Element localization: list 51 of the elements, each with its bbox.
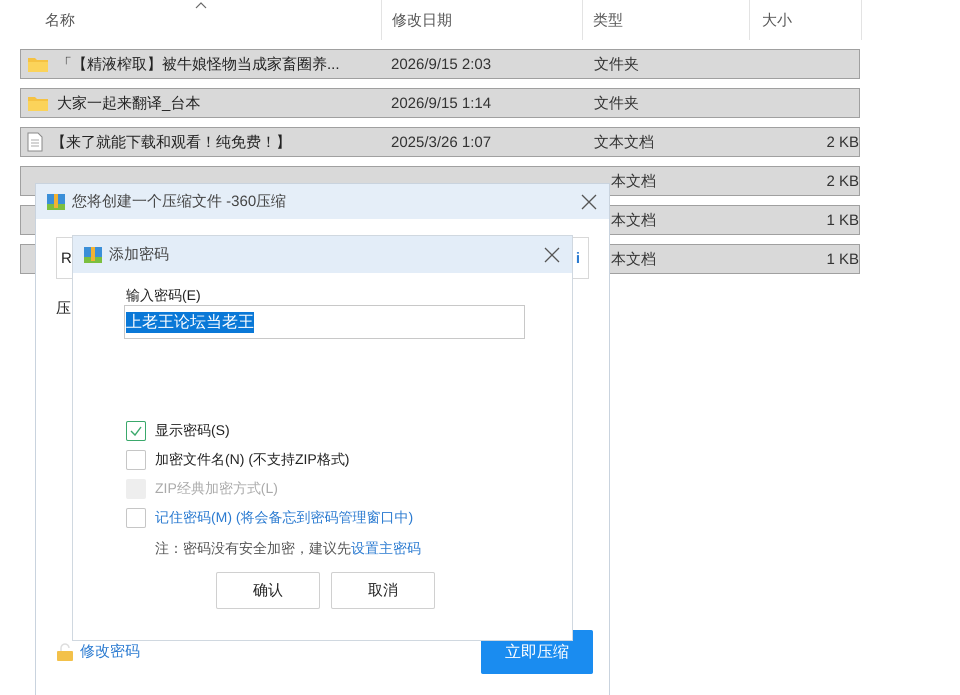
file-type: 本文档 [611, 250, 656, 268]
option-label: 记住密码(M) (将会备忘到密码管理窗口中) [155, 509, 414, 527]
dialog-button[interactable]: 确认 [216, 572, 320, 609]
lock-icon [56, 642, 74, 660]
file-type: 本文档 [611, 212, 656, 228]
modified-date: 2026/9/15 2:03 [391, 56, 492, 72]
column-header[interactable]: 修改日期 [382, 0, 583, 40]
file-row[interactable]: 大家一起来翻译_台本 2026/9/15 1:14 文件夹 [20, 88, 860, 118]
change-password-link[interactable]: 修改密码 [80, 642, 140, 661]
checkbox[interactable] [126, 450, 146, 470]
column-header[interactable]: 类型 [583, 0, 750, 40]
dialog-button[interactable]: 取消 [331, 572, 435, 609]
option-label: 显示密码(S) [155, 422, 230, 440]
checkbox[interactable] [126, 421, 146, 441]
file-size: 1 KB [826, 250, 859, 268]
folder-icon [27, 94, 49, 112]
password-label: 输入密码(E) [126, 287, 202, 305]
file-row[interactable]: 【来了就能下载和观看！纯免费！】 2025/3/26 1:07 文本文档 2 KB [20, 127, 860, 157]
close-icon[interactable] [544, 246, 560, 262]
archive-icon [46, 192, 66, 212]
folder-icon [27, 55, 49, 73]
archive-icon [83, 244, 103, 264]
file-type: 文本文档 [594, 134, 654, 150]
option-label: 加密文件名(N) (不支持ZIP格式) [155, 451, 350, 469]
dialog-title: 添加密码 [109, 245, 170, 264]
option-label: 压 [56, 299, 71, 318]
checkbox[interactable] [126, 508, 146, 528]
file-row[interactable]: 「【精液榨取】被牛娘怪物当成家畜圈养... 2026/9/15 2:03 文件夹 [20, 49, 860, 79]
file-size: 1 KB [826, 212, 859, 228]
browse-link[interactable]: i [576, 250, 580, 266]
column-header[interactable]: 大小 [750, 0, 862, 40]
password-value: 上老王论坛当老王 [126, 312, 254, 332]
close-icon[interactable] [581, 194, 597, 210]
file-type: 文件夹 [594, 94, 639, 112]
password-field[interactable]: 上老王论坛当老王 [124, 305, 525, 339]
path-value: R [61, 250, 72, 266]
modified-date: 2025/3/26 1:07 [391, 134, 492, 150]
document-icon [27, 132, 43, 152]
option-label: ZIP经典加密方式(L) [155, 480, 278, 498]
note-text: 注：密码没有安全加密，建议先 [155, 540, 351, 556]
file-size: 2 KB [826, 172, 859, 190]
file-name: 【来了就能下载和观看！纯免费！】 [51, 132, 291, 152]
modified-date: 2026/9/15 1:14 [391, 94, 492, 112]
file-name: 「【精液榨取】被牛娘怪物当成家畜圈养... [57, 54, 340, 74]
set-master-password-link[interactable]: 设置主密码 [351, 540, 421, 556]
file-type: 本文档 [611, 172, 656, 190]
file-type: 文件夹 [594, 56, 639, 72]
file-size: 2 KB [826, 134, 859, 150]
file-name: 大家一起来翻译_台本 [57, 94, 200, 112]
checkmark-icon [129, 424, 143, 438]
column-header[interactable]: 名称 [20, 0, 382, 40]
